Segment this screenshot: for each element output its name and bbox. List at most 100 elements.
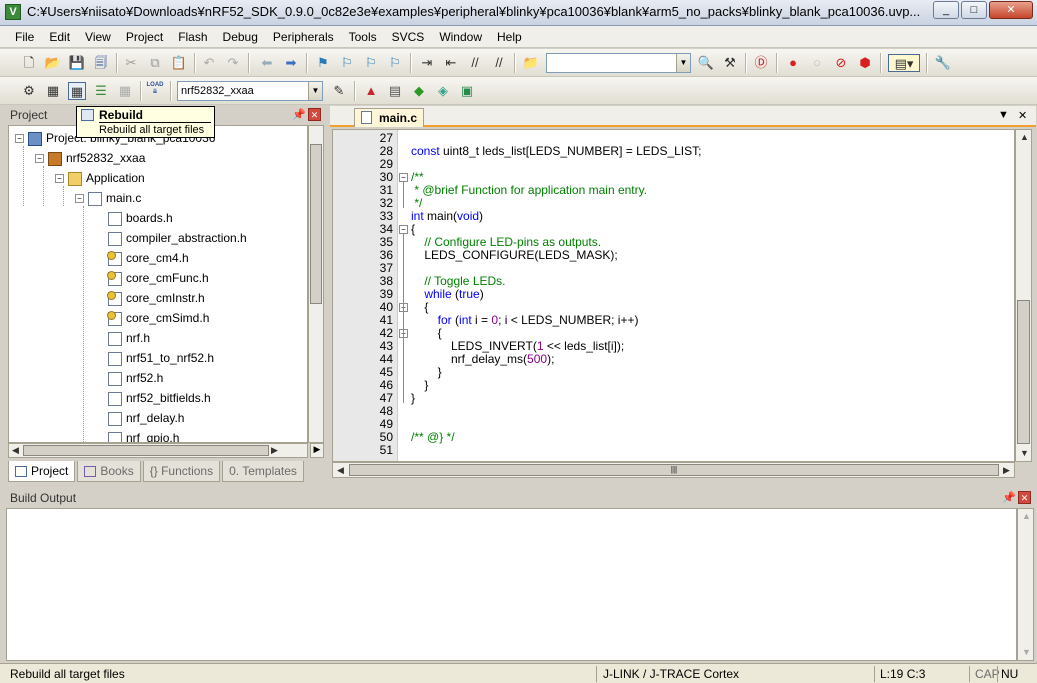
find-icon[interactable]: 🔍 (697, 54, 715, 72)
scroll-thumb[interactable] (310, 144, 322, 304)
scroll-thumb[interactable]: ||| (349, 464, 999, 476)
next-bookmark-icon[interactable]: ⚐ (362, 54, 380, 72)
tab-templates[interactable]: 0. Templates (222, 461, 304, 482)
code-line[interactable]: 46 } (333, 379, 1014, 392)
debug-session-icon[interactable]: Ⓓ (752, 54, 770, 72)
tree-item[interactable]: nrf_delay.h (95, 408, 184, 428)
pin-icon[interactable]: 📌 (1002, 491, 1016, 504)
close-icon[interactable]: ✕ (308, 108, 321, 121)
project-tree[interactable]: − Project: blinky_blank_pca10036− nrf52832… (8, 125, 308, 443)
paste-icon[interactable]: 📋 (170, 54, 188, 72)
close-icon[interactable]: ✕ (1018, 109, 1027, 122)
save-all-icon[interactable]: 🗐 (92, 54, 110, 72)
tree-item[interactable]: core_cmInstr.h (95, 288, 205, 308)
tab-functions[interactable]: {} Functions (142, 461, 221, 482)
project-tree-hscrollbar[interactable]: ◀ ▶ (8, 443, 308, 458)
disable-all-breakpoints-icon[interactable]: ⊘ (832, 54, 850, 72)
breakpoint-icon[interactable]: ● (784, 54, 802, 72)
target-select[interactable]: nrf52832_xxaa ▼ (177, 81, 323, 101)
batch-build-icon[interactable]: ☰ (92, 82, 110, 100)
file-extensions-icon[interactable]: ▤ (386, 82, 404, 100)
code-line[interactable]: 33 int main(void) (333, 210, 1014, 223)
scroll-down-icon[interactable]: ▼ (1022, 647, 1031, 657)
code-line[interactable]: 48 (333, 405, 1014, 418)
disable-breakpoint-icon[interactable]: ○ (808, 54, 826, 72)
menu-debug[interactable]: Debug (216, 26, 266, 47)
manage-components-icon[interactable]: ▲ (362, 82, 380, 100)
kill-breakpoints-icon[interactable]: ⬢ (856, 54, 874, 72)
code-line[interactable]: 50/** @} */ (333, 431, 1014, 444)
tree-expander-icon[interactable]: − (75, 194, 84, 204)
target-options-icon[interactable]: ✎ (330, 82, 348, 100)
translate-icon[interactable]: ⚙ (20, 82, 38, 100)
chevron-down-icon[interactable]: ▼ (676, 54, 690, 72)
menu-edit[interactable]: Edit (42, 26, 78, 47)
menu-peripherals[interactable]: Peripherals (266, 26, 342, 47)
scroll-left-icon[interactable]: ◀ (12, 445, 19, 456)
editor-hscrollbar[interactable]: ◀ ||| ▶ (332, 462, 1015, 478)
tree-expander-icon[interactable]: − (35, 154, 44, 164)
code-editor[interactable]: 27 28 const uint8_t leds_list[LEDS_NUMBER]… (332, 129, 1015, 462)
menu-view[interactable]: View (78, 26, 119, 47)
open-folder-icon[interactable]: 📂 (44, 54, 62, 72)
navigate-back-icon[interactable]: ⬅ (258, 54, 276, 72)
scroll-right-icon[interactable]: ▶ (310, 443, 324, 458)
tree-item[interactable]: nrf.h (95, 328, 150, 348)
code-line[interactable]: 36 LEDS_CONFIGURE(LEDS_MASK); (333, 249, 1014, 262)
scroll-left-icon[interactable]: ◀ (337, 465, 344, 476)
scroll-right-icon[interactable]: ▶ (1003, 465, 1010, 476)
menu-project[interactable]: Project (119, 26, 171, 47)
tree-item[interactable]: nrf52.h (95, 368, 163, 388)
tree-item[interactable]: core_cm4.h (95, 248, 189, 268)
tree-item[interactable]: − nrf52832_xxaa (35, 148, 145, 168)
build-output-vscrollbar[interactable]: ▲ ▼ (1017, 508, 1034, 661)
redo-icon[interactable]: ↷ (224, 54, 242, 72)
incremental-find-icon[interactable]: ⚒ (721, 54, 739, 72)
stop-build-icon[interactable]: ▦ (116, 82, 134, 100)
new-file-icon[interactable]: 🗋 (20, 54, 38, 72)
fold-toggle-icon[interactable]: − (399, 225, 408, 234)
close-icon[interactable]: ✕ (1018, 491, 1031, 504)
clear-bookmarks-icon[interactable]: ⚐ (386, 54, 404, 72)
tab-main-c[interactable]: main.c (354, 108, 424, 127)
close-button[interactable]: ✕ (989, 1, 1033, 19)
find-in-files-icon[interactable]: 📁 (522, 54, 540, 72)
tab-list-icon[interactable]: ▼ (998, 109, 1009, 121)
tree-item[interactable]: nrf51_to_nrf52.h (95, 348, 214, 368)
menu-window[interactable]: Window (432, 26, 490, 47)
tree-item[interactable]: boards.h (95, 208, 173, 228)
tree-item[interactable]: nrf52_bitfields.h (95, 388, 211, 408)
indent-icon[interactable]: ⇥ (418, 54, 436, 72)
code-line[interactable]: 29 (333, 158, 1014, 171)
rebuild-icon[interactable]: ▦ (68, 82, 86, 100)
select-packs-icon[interactable]: ▣ (458, 82, 476, 100)
code-line[interactable]: 47} (333, 392, 1014, 405)
pack-installer-icon[interactable]: ◈ (434, 82, 452, 100)
tree-expander-icon[interactable]: − (55, 174, 64, 184)
code-line[interactable]: 51 (333, 444, 1014, 457)
chevron-down-icon[interactable]: ▼ (308, 82, 322, 100)
unindent-icon[interactable]: ⇤ (442, 54, 460, 72)
comment-icon[interactable]: // (466, 54, 484, 72)
menu-tools[interactable]: Tools (342, 26, 385, 47)
tree-item[interactable]: − Application (55, 168, 145, 188)
title-bar[interactable]: V C:¥Users¥niisato¥Downloads¥nRF52_SDK_0… (0, 0, 1037, 26)
pin-icon[interactable]: 📌 (292, 108, 306, 121)
code-line[interactable]: 45 } (333, 366, 1014, 379)
code-line[interactable]: 31 * @brief Function for application mai… (333, 184, 1014, 197)
maximize-button[interactable]: □ (961, 1, 987, 19)
window-layout-icon[interactable]: ▤▾ (888, 54, 920, 72)
tree-item[interactable]: core_cmSimd.h (95, 308, 209, 328)
build-icon[interactable]: ▦ (44, 82, 62, 100)
load-icon[interactable]: LOAD ⇊ (146, 82, 164, 100)
scroll-thumb[interactable] (23, 445, 269, 456)
menu-help[interactable]: Help (490, 26, 530, 47)
editor-vscrollbar[interactable]: ▲ ▼ (1015, 129, 1032, 462)
cut-icon[interactable]: ✂ (122, 54, 140, 72)
bookmark-icon[interactable]: ⚑ (314, 54, 332, 72)
scroll-thumb[interactable] (1017, 300, 1030, 444)
scroll-up-icon[interactable]: ▲ (1022, 511, 1031, 521)
undo-icon[interactable]: ↶ (200, 54, 218, 72)
tree-item[interactable]: − main.c (75, 188, 141, 208)
prev-bookmark-icon[interactable]: ⚐ (338, 54, 356, 72)
